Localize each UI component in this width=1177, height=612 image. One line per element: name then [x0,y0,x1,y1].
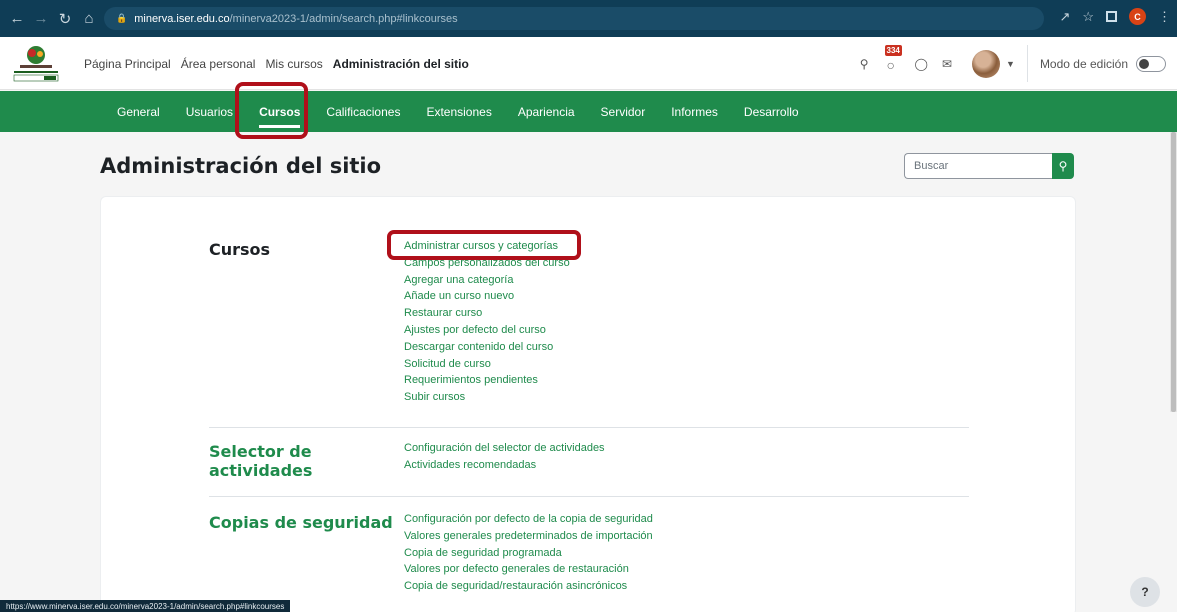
highlight-box-cursos-tab [235,82,308,139]
admin-search: ⚲ [904,153,1074,179]
admin-category-card: Cursos Administrar cursos y categorías C… [100,196,1076,612]
notifications-button[interactable]: ○ 334 [883,44,905,75]
help-button[interactable]: ? [1130,577,1160,607]
section-divider [209,496,969,497]
nav-dashboard[interactable]: Área personal [181,57,256,71]
link-course-request[interactable]: Solicitud de curso [404,356,570,373]
tab-desarrollo[interactable]: Desarrollo [731,91,812,132]
nav-site-admin[interactable]: Administración del sitio [333,57,469,71]
envelope-icon[interactable]: ✉ [942,57,952,71]
link-add-category[interactable]: Agregar una categoría [404,272,570,289]
section-divider [209,427,969,428]
highlight-box-manage-courses-link [387,230,581,260]
link-upload-courses[interactable]: Subir cursos [404,389,570,406]
tab-servidor[interactable]: Servidor [588,91,659,132]
link-recommended-activities[interactable]: Actividades recomendadas [404,457,605,474]
section-title: Copias de seguridad [209,513,393,532]
tab-apariencia[interactable]: Apariencia [505,91,588,132]
page-scrollbar[interactable] [1170,132,1177,412]
iser-logo[interactable] [10,43,62,85]
forward-icon[interactable]: → [30,8,52,30]
bookmark-star-icon[interactable]: ☆ [1082,9,1094,25]
section-links: Administrar cursos y categorías Campos p… [404,238,570,406]
search-icon[interactable]: ⚲ [860,57,869,71]
url-host: minerva.iser.edu.co [134,12,230,25]
share-icon[interactable]: ↗ [1059,9,1070,25]
menu-kebab-icon[interactable]: ⋮ [1158,9,1171,25]
bell-icon: ○ [886,56,895,73]
search-input[interactable] [904,153,1052,179]
reload-icon[interactable]: ↻ [54,8,76,30]
link-scheduled-backup[interactable]: Copia de seguridad programada [404,545,653,562]
url-path: /minerva2023-1/admin/search.php#linkcour… [229,12,458,25]
link-restore-course[interactable]: Restaurar curso [404,305,570,322]
site-header: Página Principal Área personal Mis curso… [0,37,1177,90]
home-icon[interactable]: ⌂ [78,8,100,30]
section-links: Configuración del selector de actividade… [404,440,605,474]
profile-avatar[interactable]: C [1129,8,1146,25]
back-icon[interactable]: ← [6,8,28,30]
scrollbar-thumb[interactable] [1171,132,1176,412]
divider [1026,45,1028,82]
tab-general[interactable]: General [117,91,173,132]
link-download-content[interactable]: Descargar contenido del curso [404,339,570,356]
page-title: Administración del sitio [100,154,382,178]
link-import-defaults[interactable]: Valores generales predeterminados de imp… [404,528,653,545]
section-title: Cursos [209,240,271,259]
link-async-backup[interactable]: Copia de seguridad/restauración asincrón… [404,578,653,595]
nav-my-courses[interactable]: Mis cursos [265,57,322,71]
nav-home[interactable]: Página Principal [84,57,171,71]
link-pending-requests[interactable]: Requerimientos pendientes [404,372,570,389]
link-restore-defaults[interactable]: Valores por defecto generales de restaur… [404,561,653,578]
notification-count-badge: 334 [884,44,902,56]
chat-bubble-icon[interactable]: ◯ [915,57,928,71]
browser-toolbar: ← → ↻ ⌂ 🔒 minerva.iser.edu.co /minerva20… [0,0,1177,37]
edit-mode-toggle[interactable] [1136,55,1166,72]
link-status-url: https://www.minerva.iser.edu.co/minerva2… [0,600,291,612]
link-add-course[interactable]: Añade un curso nuevo [404,288,570,305]
tab-extensiones[interactable]: Extensiones [413,91,504,132]
edit-mode-label: Modo de edición [1039,56,1128,71]
section-links: Configuración por defecto de la copia de… [404,511,653,595]
tab-informes[interactable]: Informes [658,91,731,132]
link-backup-defaults[interactable]: Configuración por defecto de la copia de… [404,511,653,528]
chevron-down-icon[interactable]: ▼ [1006,59,1015,69]
user-avatar[interactable] [972,49,1001,78]
tab-calificaciones[interactable]: Calificaciones [313,91,413,132]
address-bar[interactable]: 🔒 minerva.iser.edu.co /minerva2023-1/adm… [104,7,1044,30]
link-activity-chooser-settings[interactable]: Configuración del selector de actividade… [404,440,605,457]
toggle-knob [1139,58,1149,69]
lock-icon: 🔒 [116,13,128,23]
link-course-defaults[interactable]: Ajustes por defecto del curso [404,322,570,339]
section-title: Selector de actividades [209,442,313,480]
sidepanel-icon[interactable] [1106,11,1117,22]
search-button[interactable]: ⚲ [1052,153,1074,179]
secondary-navigation: General Usuarios Cursos Calificaciones E… [0,91,1177,132]
